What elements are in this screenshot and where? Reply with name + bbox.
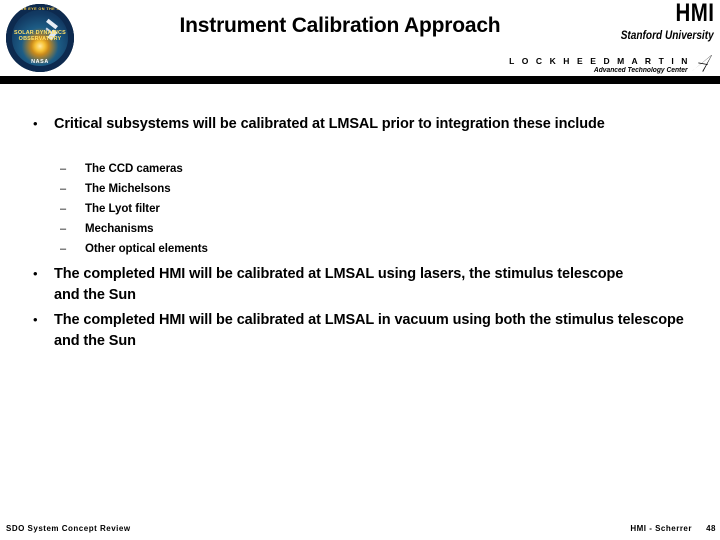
sdo-mission-patch-logo: YOUR EYE ON THE SUN SOLAR DYNAMICS OBSER… — [6, 4, 74, 72]
sub-bullet-text: Other optical elements — [85, 243, 208, 255]
sub-bullet-item: – The Michelsons — [60, 180, 480, 198]
slide-header: YOUR EYE ON THE SUN SOLAR DYNAMICS OBSER… — [0, 0, 720, 86]
bullet-item: • The completed HMI will be calibrated a… — [28, 310, 700, 352]
sub-bullet-marker: – — [60, 243, 67, 255]
logo-agency-text: NASA — [31, 59, 49, 65]
footer-left-text: SDO System Concept Review — [6, 524, 131, 533]
sub-bullet-item: – The Lyot filter — [60, 200, 480, 218]
lockheed-martin-name: L O C K H E E D M A R T I N — [509, 56, 690, 66]
bullet-text: The completed HMI will be calibrated at … — [54, 266, 624, 303]
bullet-text: Critical subsystems will be calibrated a… — [54, 116, 605, 132]
stanford-university-label: Stanford University — [621, 28, 714, 42]
page-title: Instrument Calibration Approach — [179, 14, 501, 37]
header-divider-rule — [0, 76, 720, 84]
bullet-marker: • — [33, 116, 38, 131]
slide-page-number: 48 — [706, 524, 716, 533]
sub-bullet-marker: – — [60, 203, 67, 215]
sub-bullet-marker: – — [60, 183, 67, 195]
lockheed-martin-tagline: Advanced Technology Center — [594, 67, 688, 74]
bullet-item: • The completed HMI will be calibrated a… — [28, 264, 628, 306]
hmi-wordmark: HMI — [675, 0, 714, 27]
footer-right-text: HMI - Scherrer — [630, 524, 692, 533]
sub-bullet-item: – Other optical elements — [60, 240, 480, 258]
bullet-text: The completed HMI will be calibrated at … — [54, 312, 684, 349]
sub-bullet-item: – The CCD cameras — [60, 160, 480, 178]
logo-ring-text: YOUR EYE ON THE SUN — [14, 6, 66, 11]
sub-bullet-text: The CCD cameras — [85, 163, 183, 175]
bullet-item: • Critical subsystems will be calibrated… — [28, 114, 700, 135]
sub-bullet-item: – Mechanisms — [60, 220, 480, 238]
presentation-slide: YOUR EYE ON THE SUN SOLAR DYNAMICS OBSER… — [0, 0, 720, 540]
logo-core-text: SOLAR DYNAMICS OBSERVATORY — [14, 30, 66, 43]
slide-body: • Critical subsystems will be calibrated… — [0, 96, 720, 506]
sub-bullet-text: The Lyot filter — [85, 203, 160, 215]
bullet-marker: • — [33, 312, 38, 327]
sub-bullet-text: The Michelsons — [85, 183, 171, 195]
sub-bullet-text: Mechanisms — [85, 223, 154, 235]
bullet-marker: • — [33, 266, 38, 281]
sub-bullet-marker: – — [60, 163, 67, 175]
sub-bullet-marker: – — [60, 223, 67, 235]
lockheed-star-icon — [692, 55, 712, 72]
